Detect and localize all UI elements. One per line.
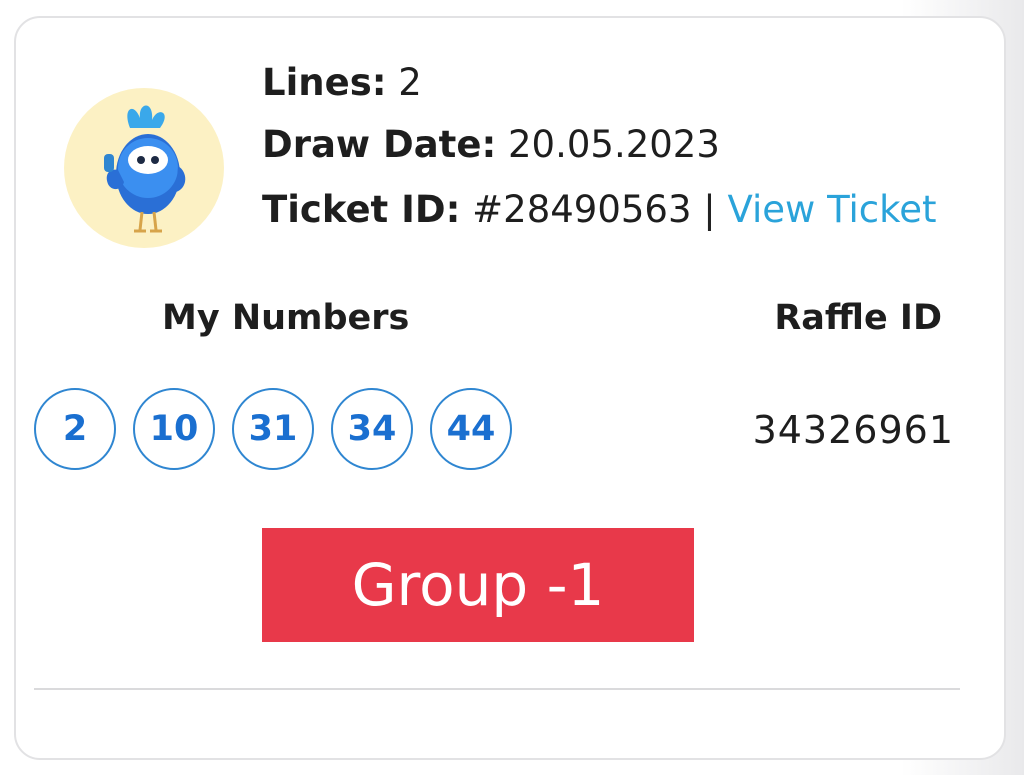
draw-date-row: Draw Date: 20.05.2023: [262, 120, 720, 170]
number-balls: 2 10 31 34 44: [34, 388, 529, 474]
number-ball: 10: [133, 388, 215, 470]
lines-label: Lines:: [262, 61, 387, 104]
number-ball: 2: [34, 388, 116, 470]
mascot-bird-icon: [104, 105, 186, 233]
ticket-id-label: Ticket ID:: [262, 188, 461, 231]
divider: [34, 688, 960, 690]
raffle-id-heading: Raffle ID: [774, 298, 942, 338]
group-badge: Group -1: [262, 528, 694, 642]
lines-value: 2: [398, 61, 422, 104]
view-ticket-link[interactable]: View Ticket: [728, 188, 937, 231]
number-ball: 31: [232, 388, 314, 470]
draw-date-label: Draw Date:: [262, 123, 497, 166]
ticket-id-row: Ticket ID: #28490563 | View Ticket: [262, 185, 937, 235]
my-numbers-heading: My Numbers: [162, 298, 410, 338]
ticket-id-value: #28490563: [472, 188, 692, 231]
mascot-avatar: [64, 88, 224, 248]
lines-row: Lines: 2: [262, 58, 422, 108]
ticket-id-separator: |: [703, 188, 716, 231]
draw-date-value: 20.05.2023: [508, 123, 720, 166]
number-ball: 44: [430, 388, 512, 470]
number-ball: 34: [331, 388, 413, 470]
raffle-id-value: 34326961: [752, 408, 954, 452]
